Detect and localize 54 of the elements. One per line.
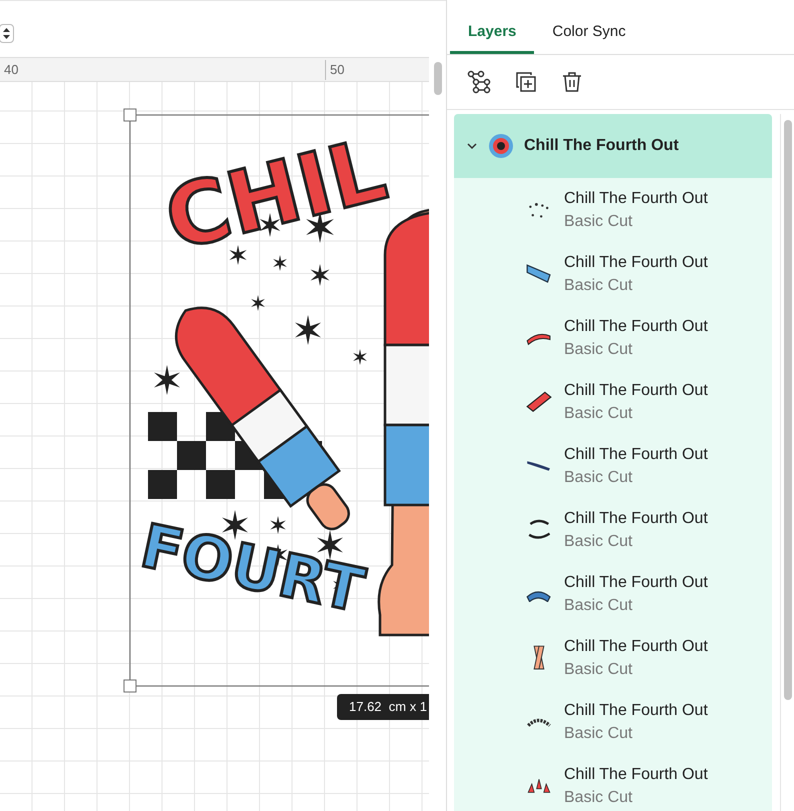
layer-name: Chill The Fourth Out: [564, 253, 708, 273]
layer-operation: Basic Cut: [564, 532, 634, 552]
layer-operation: Basic Cut: [564, 468, 634, 488]
layer-row[interactable]: Chill The Fourth Out Basic Cut: [454, 306, 772, 370]
layer-row[interactable]: Chill The Fourth Out Basic Cut: [454, 754, 772, 811]
layer-thumbnail-icon: [528, 202, 550, 218]
layer-name: Chill The Fourth Out: [564, 381, 708, 401]
layer-operation: Basic Cut: [564, 660, 634, 680]
layer-row[interactable]: Chill The Fourth Out Basic Cut: [454, 242, 772, 306]
scrollbar-thumb[interactable]: [784, 120, 792, 700]
trash-icon[interactable]: [561, 71, 583, 93]
layer-operation: Basic Cut: [564, 788, 634, 808]
layer-name: Chill The Fourth Out: [564, 317, 708, 337]
ruler-label: 40: [4, 61, 18, 79]
design-thumbnail-icon: [488, 133, 514, 159]
selection-frame[interactable]: [124, 108, 430, 692]
layer-operation: Basic Cut: [564, 724, 634, 744]
ruler-label: 50: [325, 60, 344, 80]
layer-group-name: Chill The Fourth Out: [524, 136, 679, 156]
duplicate-icon[interactable]: [515, 71, 537, 93]
layer-name: Chill The Fourth Out: [564, 189, 708, 209]
layer-name: Chill The Fourth Out: [564, 701, 708, 721]
layer-thumbnail-icon: [527, 778, 551, 794]
size-tooltip: 17.62 cm x 1: [337, 694, 430, 720]
layer-name: Chill The Fourth Out: [564, 637, 708, 657]
layer-row[interactable]: Chill The Fourth Out Basic Cut: [454, 370, 772, 434]
layer-name: Chill The Fourth Out: [564, 509, 708, 529]
layer-row[interactable]: Chill The Fourth Out Basic Cut: [454, 562, 772, 626]
layer-row[interactable]: Chill The Fourth Out Basic Cut: [454, 626, 772, 690]
up-down-arrows-icon: [3, 28, 10, 38]
layer-operation: Basic Cut: [564, 276, 634, 296]
layer-name: Chill The Fourth Out: [564, 765, 708, 785]
layer-row[interactable]: Chill The Fourth Out Basic Cut: [454, 434, 772, 498]
layer-row[interactable]: Chill The Fourth Out Basic Cut: [454, 498, 772, 562]
layer-row[interactable]: Chill The Fourth Out Basic Cut: [454, 690, 772, 754]
stepper-control[interactable]: [0, 24, 14, 42]
layer-thumbnail-icon: [526, 391, 552, 413]
panel-tab[interactable]: Layers: [450, 14, 534, 54]
artwork-title-text: FOURT: [134, 511, 370, 626]
layer-row[interactable]: Chill The Fourth Out Basic Cut: [454, 178, 772, 242]
layer-operation: Basic Cut: [564, 212, 634, 232]
group-nodes-icon[interactable]: [467, 70, 491, 94]
layer-thumbnail-icon: [526, 460, 552, 472]
layer-operation: Basic Cut: [564, 404, 634, 424]
layer-name: Chill The Fourth Out: [564, 445, 708, 465]
layer-operation: Basic Cut: [564, 340, 634, 360]
layer-group-row[interactable]: Chill The Fourth Out: [454, 114, 772, 178]
layer-thumbnail-icon: [526, 264, 552, 284]
artwork-title-text: CHIL: [156, 120, 396, 270]
layer-thumbnail-icon: [533, 645, 545, 671]
layer-name: Chill The Fourth Out: [564, 573, 708, 593]
panel-tab[interactable]: Color Sync: [534, 14, 644, 54]
scrollbar-thumb[interactable]: [434, 62, 442, 95]
layer-operation: Basic Cut: [564, 596, 634, 616]
